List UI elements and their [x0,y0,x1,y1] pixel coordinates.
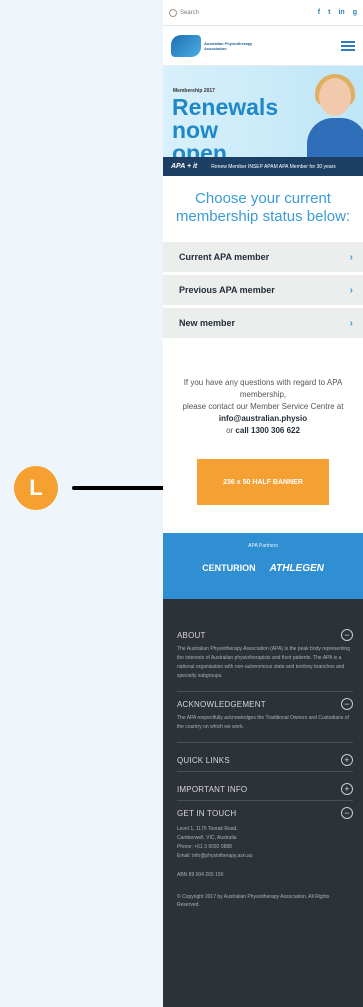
footer-about: ABOUT − The Australian Physiotherapy Ass… [177,629,353,692]
footer-quick-links[interactable]: QUICK LINKS + [177,749,353,772]
option-new-member[interactable]: New member › [163,308,363,338]
info-email-link[interactable]: info@australian.physio [219,414,307,423]
partners-label: APA Partners [248,543,278,549]
contact-phone[interactable]: Phone: +61 3 9092 0888 [177,843,353,852]
footer-acknowledgement-body: The APA respectfully acknowledges the Tr… [177,715,349,730]
info-line-2: please contact our Member Service Centre… [182,402,344,411]
site-footer: ABOUT − The Australian Physiotherapy Ass… [163,599,363,1007]
info-or: or [226,426,234,435]
footer-copyright: © Copyright 2017 by Australian Physiothe… [177,894,330,908]
site-header: Australian Physiotherapy Association [163,26,363,66]
twitter-icon[interactable]: t [328,9,330,16]
contact-address-2: Camberwell, VIC, Australia [177,835,237,841]
search-icon [169,8,177,17]
option-current-member[interactable]: Current APA member › [163,242,363,272]
banner-headline: Renewals now open. [172,94,279,166]
collapse-icon: − [341,698,353,710]
option-label: Current APA member [179,252,270,262]
banner-strip-text: Renew Member INSEP APAM APA Member for 3… [211,163,336,170]
apa-logo[interactable]: Australian Physiotherapy Association [171,34,254,57]
renewals-banner[interactable]: Membership 2017 Renewals now open. APA +… [163,66,363,176]
info-line-1: If you have any questions with regard to… [183,378,343,399]
footer-important-info-title: IMPORTANT INFO [177,784,248,794]
footer-about-body: The Australian Physiotherapy Association… [177,646,351,679]
chevron-right-icon: › [349,284,353,296]
chevron-right-icon: › [349,317,353,329]
chevron-right-icon: › [349,251,353,263]
expand-icon: + [341,783,353,795]
option-label: Previous APA member [179,285,275,295]
logo-text: Australian Physiotherapy Association [204,40,253,51]
search-field[interactable]: Search [169,8,200,17]
footer-get-in-touch: GET IN TOUCH − Level 1, 1175 Toorak Road… [177,807,353,861]
contact-email[interactable]: Email: info@physiotherapy.asn.au [177,852,353,861]
google-plus-icon[interactable]: g [353,9,357,16]
footer-acknowledgement-title: ACKNOWLEDGEMENT [177,699,266,709]
apa-logo-mark-icon [171,34,201,57]
option-previous-member[interactable]: Previous APA member › [163,275,363,305]
contact-info: If you have any questions with regard to… [163,341,363,459]
centurion-logo[interactable]: CENTURION [202,563,256,574]
footer-get-in-touch-title: GET IN TOUCH [177,808,237,818]
partners-strip: APA Partners CENTURION ATHLEGEN [163,533,363,599]
footer-acknowledgement-toggle[interactable]: ACKNOWLEDGEMENT − [177,698,353,710]
info-phone-link[interactable]: call 1300 306 622 [235,426,300,435]
mobile-page: Search f t in g Australian Physiotherapy… [163,0,363,1007]
footer-quick-links-title: QUICK LINKS [177,755,230,765]
half-banner-ad[interactable]: 236 x 50 HALF BANNER [197,459,329,505]
hamburger-menu-icon[interactable] [341,40,355,51]
social-links: f t in g [318,9,357,16]
banner-strip: APA + it Renew Member INSEP APAM APA Mem… [163,157,363,176]
linkedin-icon[interactable]: in [338,9,344,16]
collapse-icon: − [341,807,353,819]
contact-address-1: Level 1, 1175 Toorak Road, [177,826,238,832]
footer-about-toggle[interactable]: ABOUT − [177,629,353,641]
expand-icon: + [341,754,353,766]
facebook-icon[interactable]: f [318,9,320,16]
callout-letter: L [29,475,43,500]
banner-strip-brand: APA + it [171,163,198,170]
choose-status-heading: Choose your current membership status be… [175,190,351,225]
footer-abn: ABN 89 004 265 150 [177,872,224,878]
collapse-icon: − [341,629,353,641]
footer-get-in-touch-toggle[interactable]: GET IN TOUCH − [177,807,353,819]
top-bar: Search f t in g [163,0,363,26]
search-placeholder: Search [180,9,200,16]
footer-about-title: ABOUT [177,630,206,640]
callout-badge: L [14,466,58,510]
membership-options: Current APA member › Previous APA member… [163,242,363,338]
footer-important-info[interactable]: IMPORTANT INFO + [177,778,353,801]
athlegen-logo[interactable]: ATHLEGEN [270,563,324,574]
option-label: New member [179,318,236,328]
footer-acknowledgement: ACKNOWLEDGEMENT − The APA respectfully a… [177,698,353,743]
